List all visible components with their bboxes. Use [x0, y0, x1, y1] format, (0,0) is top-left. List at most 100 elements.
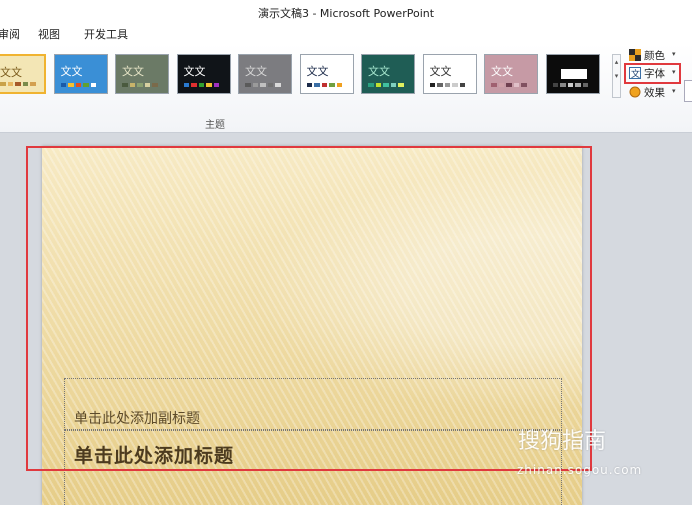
- theme-thumbnail-label: 文文: [122, 65, 144, 78]
- title-bar: 演示文稿3 - Microsoft PowerPoint: [0, 0, 692, 22]
- ribbon-edge: [684, 80, 692, 102]
- theme-thumbnail-label: 文文: [429, 65, 452, 78]
- color-swatch: [498, 83, 505, 87]
- color-swatch: [336, 83, 343, 87]
- theme-thumbnail[interactable]: 文文: [176, 54, 231, 94]
- theme-thumbnail[interactable]: 文文: [422, 54, 477, 94]
- color-swatch: [183, 83, 190, 87]
- color-swatch: [506, 83, 512, 87]
- chevron-down-icon: ▾: [672, 50, 676, 58]
- theme-thumbnail[interactable]: [545, 54, 600, 94]
- color-swatch: [213, 83, 220, 87]
- theme-color-swatches: [491, 83, 527, 87]
- color-swatch: [314, 83, 320, 87]
- color-swatch: [22, 82, 29, 86]
- color-swatch: [275, 83, 281, 87]
- color-swatch: [206, 83, 212, 87]
- color-swatch: [129, 83, 136, 87]
- color-swatch: [60, 83, 67, 87]
- theme-colors-button[interactable]: 颜色 ▾: [627, 48, 679, 63]
- theme-color-swatches: [429, 83, 466, 87]
- color-swatch: [575, 83, 581, 87]
- theme-thumbnail[interactable]: 文文: [0, 54, 46, 94]
- theme-thumbnail[interactable]: 文文: [53, 54, 108, 94]
- tab-developer[interactable]: 开发工具: [84, 26, 128, 42]
- gallery-scroll[interactable]: ▴ ▾: [612, 54, 621, 98]
- effects-icon: [629, 86, 641, 98]
- theme-color-swatches: [0, 82, 36, 86]
- color-swatch: [375, 83, 382, 87]
- watermark-url: zhinan.sogou.com: [517, 463, 643, 477]
- color-swatch: [329, 83, 335, 87]
- tab-review[interactable]: 审阅: [0, 26, 20, 42]
- theme-thumbnail[interactable]: 文文: [361, 54, 415, 94]
- color-swatch: [306, 83, 313, 87]
- watermark-brand: 搜狗指南: [518, 429, 607, 454]
- color-swatch: [267, 83, 274, 87]
- theme-color-swatches: [368, 83, 404, 87]
- color-swatch: [321, 83, 328, 87]
- theme-color-swatches: [552, 83, 589, 87]
- color-swatch: [560, 83, 566, 87]
- color-swatch: [152, 83, 158, 87]
- theme-colors-label: 颜色: [644, 50, 665, 62]
- color-swatch: [429, 83, 436, 87]
- color-swatch: [567, 83, 574, 87]
- tab-view[interactable]: 视图: [38, 26, 60, 42]
- color-swatch: [191, 83, 197, 87]
- color-swatch: [7, 82, 14, 86]
- color-swatch: [144, 83, 151, 87]
- theme-effects-button[interactable]: 效果 ▾: [627, 85, 679, 100]
- theme-effects-label: 效果: [644, 87, 665, 99]
- fonts-highlight-box: [624, 63, 681, 84]
- theme-thumbnail-label: 文文: [60, 65, 83, 78]
- color-swatch: [437, 83, 443, 87]
- theme-color-swatches: [60, 83, 97, 87]
- chevron-down-icon: ▾: [672, 87, 676, 95]
- color-swatch: [260, 83, 266, 87]
- color-swatch: [30, 82, 36, 86]
- theme-thumbnail-label: 文文: [183, 65, 206, 78]
- theme-thumbnail-label: 文文: [0, 66, 22, 79]
- theme-thumbnail-label: 文文: [245, 65, 267, 78]
- color-swatch: [122, 83, 128, 87]
- color-swatch: [444, 83, 451, 87]
- theme-thumbnail-label: 文文: [368, 65, 390, 78]
- color-swatch: [198, 83, 205, 87]
- color-swatch: [252, 83, 259, 87]
- theme-thumbnail[interactable]: 文文: [299, 54, 354, 94]
- color-swatch: [552, 83, 559, 87]
- color-swatch: [90, 83, 97, 87]
- color-swatch: [390, 83, 397, 87]
- color-swatch: [582, 83, 589, 87]
- window-title: 演示文稿3 - Microsoft PowerPoint: [257, 7, 435, 20]
- color-swatch: [521, 83, 527, 87]
- color-swatch: [68, 83, 74, 87]
- color-swatch: [245, 83, 251, 87]
- palette-icon: [629, 49, 641, 61]
- color-swatch: [368, 83, 374, 87]
- theme-thumbnail[interactable]: 文文: [115, 54, 169, 94]
- theme-thumbnail[interactable]: 文文: [484, 54, 538, 94]
- theme-thumbnail-bar: [560, 69, 587, 79]
- color-swatch: [137, 83, 143, 87]
- theme-thumbnail[interactable]: 文文: [238, 54, 292, 94]
- color-swatch: [398, 83, 404, 87]
- color-swatch: [491, 83, 497, 87]
- theme-thumbnail-label: 文文: [306, 65, 329, 78]
- theme-color-swatches: [245, 83, 281, 87]
- color-swatch: [75, 83, 82, 87]
- ribbon: 文文 文文 文文 文文 文文 文文 文文 文文 文文 ▴ ▾ 主题: [0, 44, 692, 133]
- slide-highlight-box: [26, 146, 592, 471]
- color-swatch: [513, 83, 520, 87]
- themes-group-label: 主题: [205, 120, 225, 131]
- theme-color-swatches: [122, 83, 158, 87]
- color-swatch: [0, 82, 6, 86]
- ribbon-tabs: 审阅 视图 开发工具: [0, 22, 692, 45]
- color-swatch: [83, 83, 89, 87]
- color-swatch: [15, 82, 21, 86]
- color-swatch: [452, 83, 458, 87]
- color-swatch: [459, 83, 466, 87]
- theme-thumbnail-label: 文文: [491, 65, 513, 78]
- theme-color-swatches: [183, 83, 220, 87]
